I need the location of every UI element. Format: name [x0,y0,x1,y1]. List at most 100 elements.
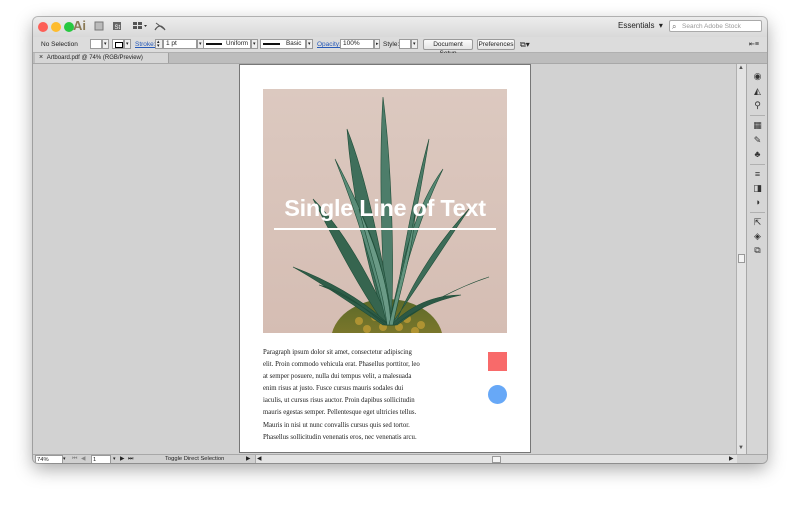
title-bar: Ai St Essentials ▾ ⌕ Search Adobe Stock [33,17,767,38]
brush-definition[interactable]: Basic [260,39,306,49]
scroll-left-arrow-icon[interactable]: ◀ [257,455,261,463]
paragraph-line: Paragraph ipsum dolor sit amet, consecte… [263,349,412,356]
scroll-right-arrow-icon[interactable]: ▶ [729,455,733,463]
tool-status-label[interactable]: Toggle Direct Selection [165,455,224,463]
chevron-down-icon: ▾ [104,41,107,47]
artboards-icon[interactable]: ⧉ [752,245,763,256]
artboard[interactable]: Single Line of Text Paragraph ipsum dolo… [240,65,530,452]
variable-width-profile[interactable]: Uniform [203,39,251,49]
panel-menu-icon[interactable]: ⇤≡ [749,39,759,50]
tab-artboard-pdf[interactable]: × Artboard.pdf @ 74% (RGB/Preview) [35,53,169,63]
document-setup-button[interactable]: Document Setup [423,39,473,57]
pineapple-photo[interactable]: Single Line of Text [263,89,507,333]
scroll-down-arrow-icon[interactable]: ▼ [738,445,744,452]
scroll-up-arrow-icon[interactable]: ▲ [738,65,744,72]
gradient-icon[interactable]: ◨ [752,183,763,194]
uniform-line-icon [206,43,222,45]
fill-dropdown[interactable]: ▾ [102,39,109,49]
paragraph-line: at semper posuere, nulla dui tempus veli… [263,373,412,381]
brush-label: Basic [286,40,302,47]
chevron-down-icon: ▾ [656,21,663,30]
document-canvas[interactable]: Single Line of Text Paragraph ipsum dolo… [33,64,736,454]
brush-stroke-icon [263,43,280,45]
stroke-panel-icon[interactable]: ≡ [752,169,763,180]
dock-divider [750,164,765,165]
profile-dropdown[interactable]: ▾ [251,39,258,49]
graphic-style-swatch[interactable] [399,39,411,49]
stroke-panel-link[interactable]: Stroke: [135,39,156,50]
chevron-down-icon: ▾ [199,41,202,47]
color-guide-icon[interactable]: ◭ [752,86,763,97]
stroke-color-dropdown[interactable]: ▾ [124,39,131,49]
control-bar: No Selection ▾ ▾ Stroke: ▴ ▾ 1 pt ▾ Unifo… [33,37,767,57]
arrange-documents-icon[interactable] [132,21,148,33]
layers-icon[interactable]: ◈ [752,231,763,242]
blue-circle-shape[interactable] [488,385,507,404]
preferences-button[interactable]: Preferences [477,39,515,50]
previous-artboard-icon[interactable]: ◀ [81,455,85,463]
close-window-button[interactable] [38,22,48,32]
chevron-down-icon: ▾ [413,41,416,47]
red-square-shape[interactable] [488,352,507,371]
artboard-number: 1 [93,457,97,463]
bridge-icon[interactable] [94,21,104,33]
opacity-field[interactable]: 100% [340,39,374,49]
brush-dropdown[interactable]: ▾ [306,39,313,49]
stock-icon[interactable]: St [112,21,122,33]
horizontal-scrollbar[interactable]: ◀ ▶ [255,455,737,463]
paragraph-line: enim risus at justo. Fusce cursus mauris… [263,385,404,393]
export-icon[interactable]: ⇱ [752,217,763,228]
paragraph-line: iaculis, ut cursus risus auctor. Proin d… [263,397,415,405]
paragraph-line: mauris egestas semper. Pellentesque eget… [263,409,417,417]
app-logo: Ai [73,18,86,33]
artboard-number-field[interactable]: 1 [91,455,111,463]
chevron-right-icon: ▸ [376,41,379,47]
zoom-dropdown[interactable]: ▾ [63,455,66,463]
color-panel-icon[interactable]: ◉ [752,71,763,82]
stroke-swatch[interactable] [112,39,124,49]
swatches-icon[interactable]: ▦ [752,120,763,131]
stroke-weight-field[interactable]: 1 pt [163,39,197,49]
style-label: Style: [383,41,400,48]
cc-libraries-icon[interactable]: ⚲ [752,100,763,111]
close-tab-icon[interactable]: × [39,54,43,61]
headline-text[interactable]: Single Line of Text [263,195,507,222]
search-icon: ⌕ [672,22,677,31]
illustrator-window: Ai St Essentials ▾ ⌕ Search Adobe Stock … [33,17,767,463]
gpu-performance-icon[interactable] [154,21,166,33]
brushes-icon[interactable]: ✎ [752,135,763,146]
status-menu-arrow-icon[interactable]: ▶ [246,455,250,463]
headline-underline [274,228,496,230]
svg-text:St: St [115,25,121,31]
minimize-window-button[interactable] [51,22,61,32]
stock-search-placeholder: Search Adobe Stock [682,23,741,30]
stepper-arrows-icon: ▴ ▾ [157,39,160,49]
first-artboard-icon[interactable]: ⏮ [72,455,77,463]
paragraph-line: Phasellus sollicitudin venenatis eros, n… [263,433,417,441]
chevron-down-icon: ▾ [126,41,129,47]
horizontal-scroll-thumb[interactable] [492,456,501,463]
workspace-switcher[interactable]: Essentials ▾ [618,21,663,30]
stroke-stepper[interactable]: ▴ ▾ [155,39,163,49]
opacity-panel-link[interactable]: Opacity: [317,39,341,50]
graphic-style-dropdown[interactable]: ▾ [411,39,418,49]
zoom-field[interactable]: 74% [35,455,63,463]
stock-search-input[interactable]: ⌕ Search Adobe Stock [669,20,762,32]
profile-label: Uniform [226,40,249,47]
dock-divider [750,212,765,213]
transparency-icon[interactable]: ◑ [752,197,763,208]
vertical-scrollbar[interactable]: ▲ ▼ [736,64,746,454]
panel-dock: ◉ ◭ ⚲ ▦ ✎ ♣ ≡ ◨ ◑ ⇱ ◈ ⧉ [746,64,767,454]
artboard-dropdown[interactable]: ▾ [113,455,116,463]
chevron-down-icon: ▾ [308,41,311,47]
fill-swatch[interactable] [90,39,102,49]
next-artboard-icon[interactable]: ▶ [120,455,124,463]
body-paragraph[interactable]: Paragraph ipsum dolor sit amet, consecte… [263,347,431,444]
last-artboard-icon[interactable]: ⏭ [128,455,133,463]
chevron-down-icon: ▾ [253,41,256,47]
vertical-scroll-thumb[interactable] [738,254,745,263]
document-tab-bar: × Artboard.pdf @ 74% (RGB/Preview) [33,53,767,64]
arrange-icon[interactable]: ⧉▾ [520,39,530,50]
symbols-icon[interactable]: ♣ [752,149,763,160]
opacity-slider-toggle[interactable]: ▸ [374,39,380,49]
